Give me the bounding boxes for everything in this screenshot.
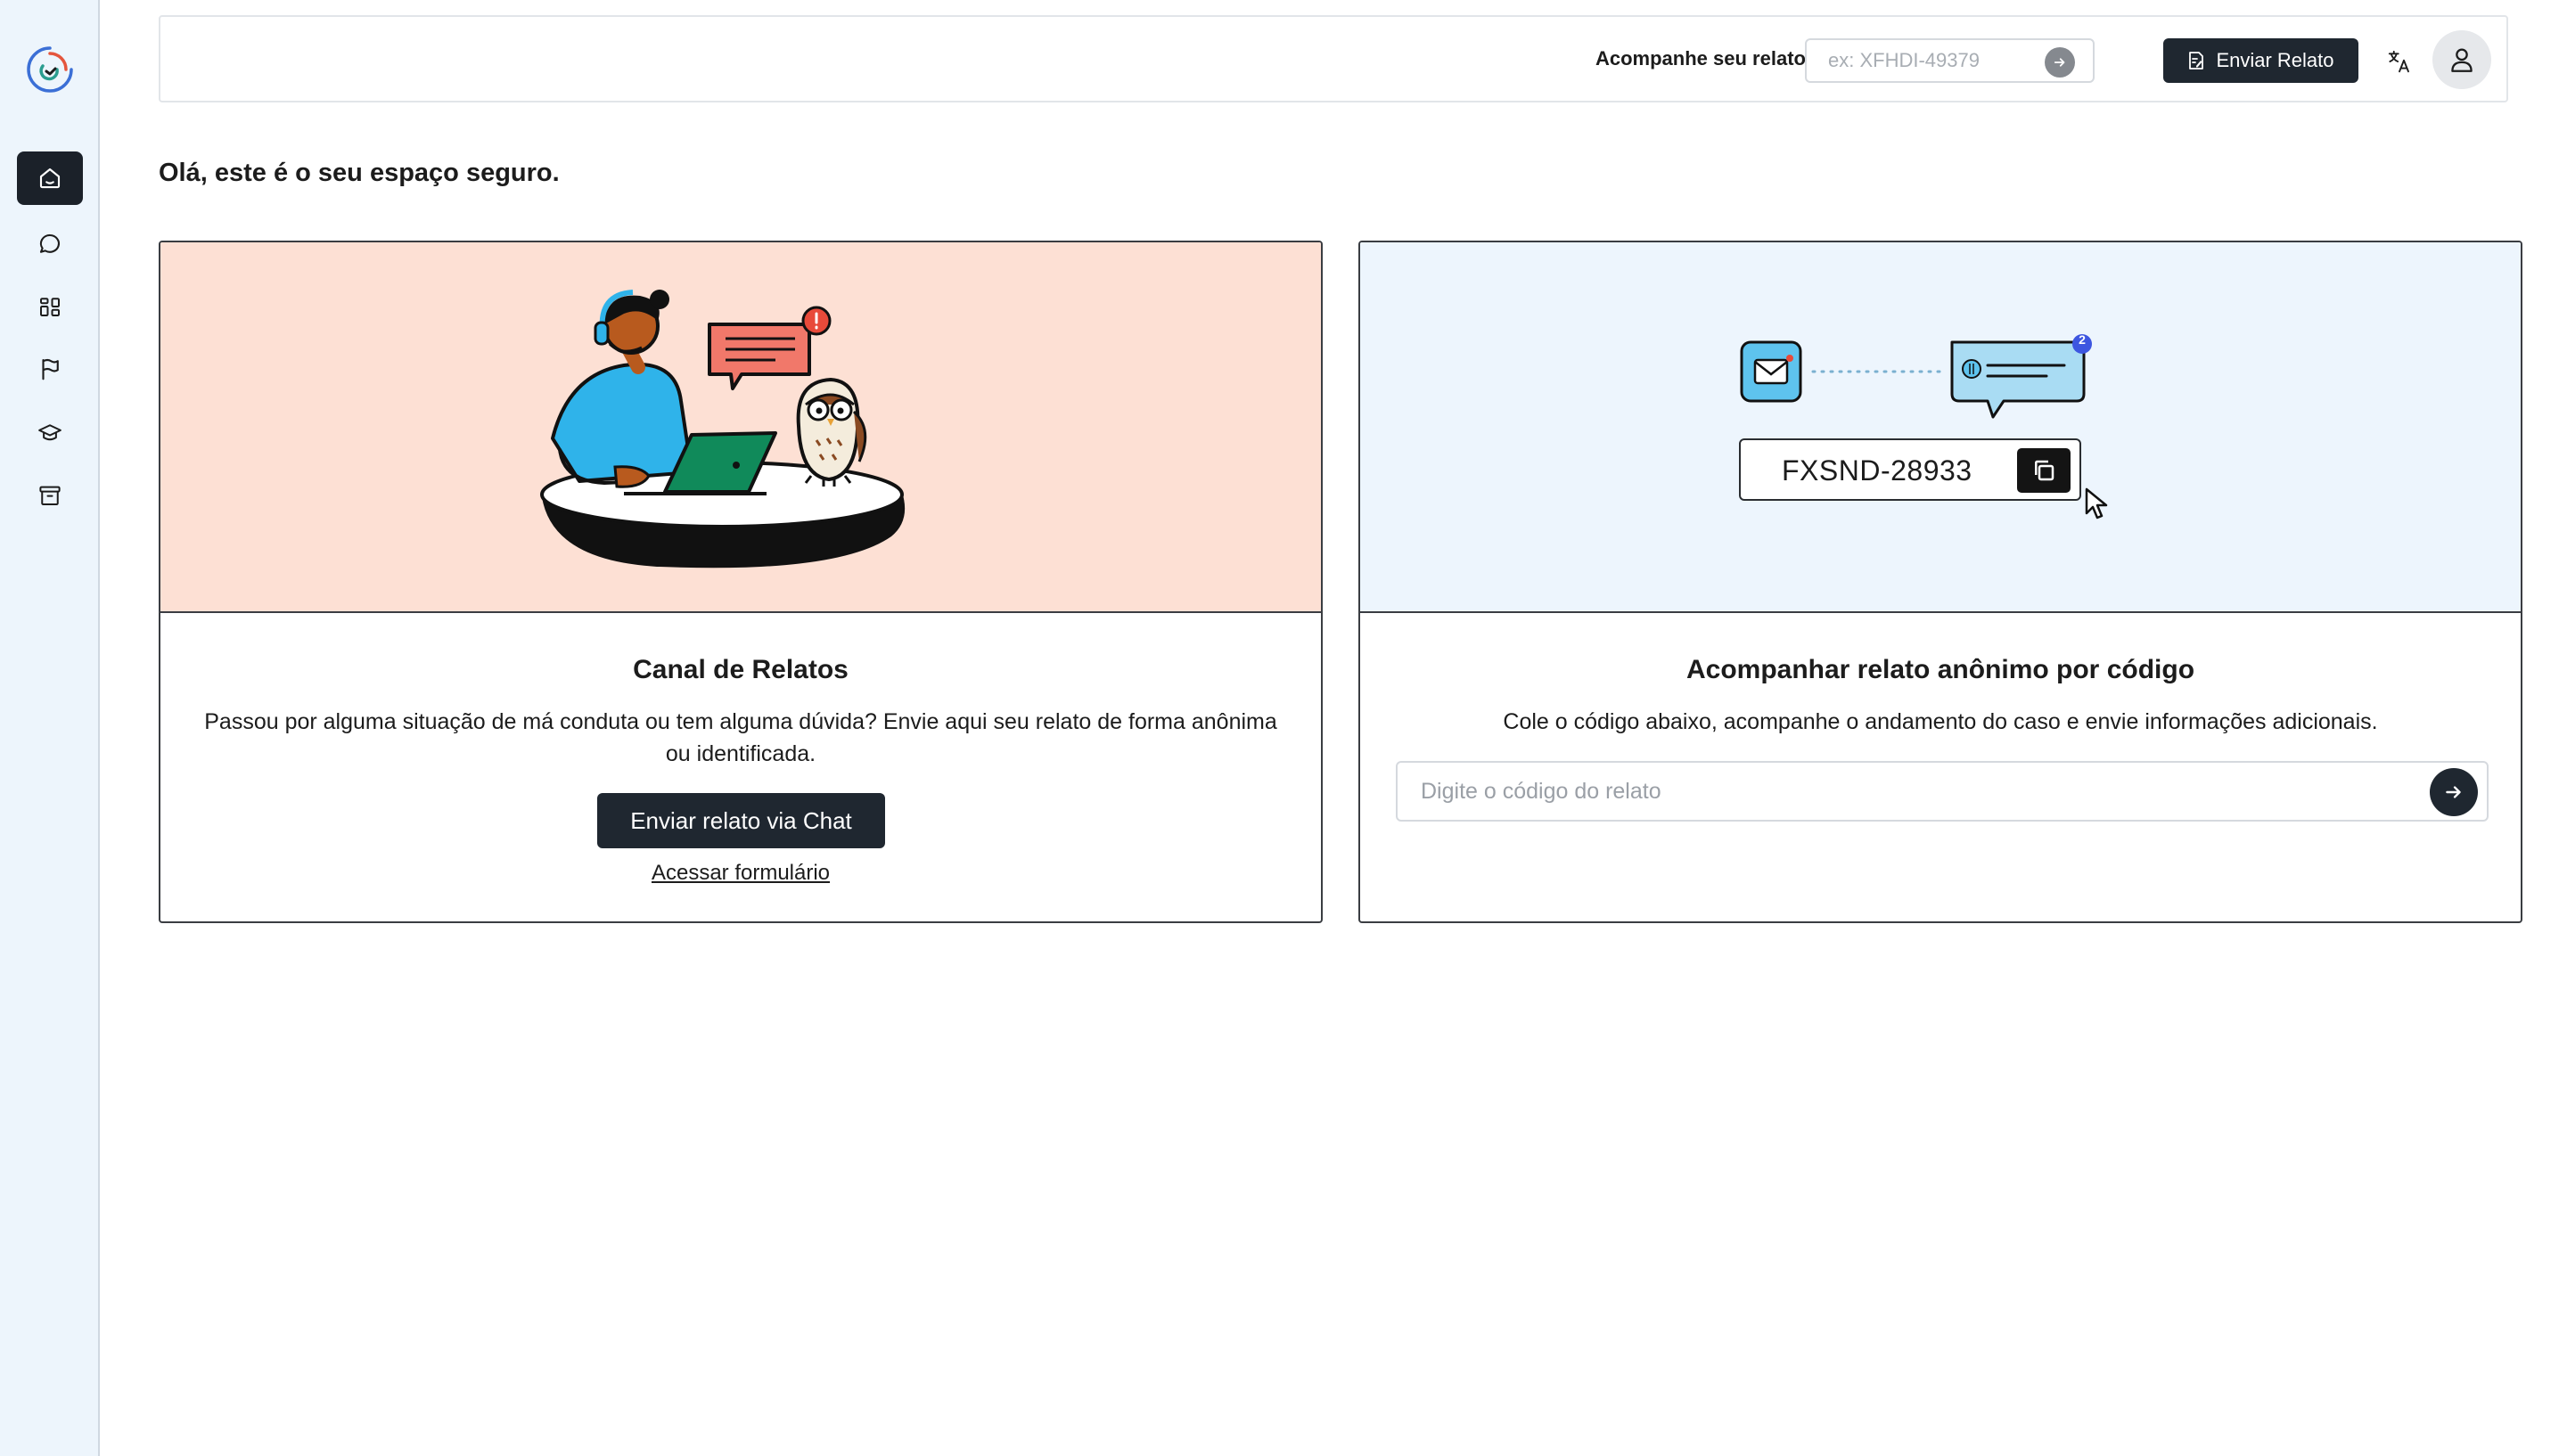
sidebar-item-archive[interactable]: [17, 469, 83, 522]
arrow-right-icon: [2054, 58, 2065, 67]
track-report-input[interactable]: [1807, 40, 2038, 81]
top-bar: Acompanhe seu relato Enviar Relato: [159, 15, 2508, 102]
track-report-label: Acompanhe seu relato: [1595, 47, 1806, 70]
report-channel-description: Passou por alguma situação de má conduta…: [204, 709, 1277, 766]
sidebar: [0, 0, 100, 1456]
track-anonymous-report-description: Cole o código abaixo, acompanhe o andame…: [1503, 709, 2378, 734]
archive-icon: [39, 486, 61, 505]
mouse-cursor-icon: [2085, 487, 2108, 519]
notification-count-badge: 2: [2079, 332, 2086, 347]
report-channel-card: Canal de Relatos Passou por alguma situa…: [159, 241, 1323, 923]
report-channel-title: Canal de Relatos: [633, 655, 849, 684]
report-channel-illustration: [160, 242, 1321, 613]
send-report-label: Enviar Relato: [2216, 49, 2334, 71]
sidebar-item-board[interactable]: [17, 280, 83, 333]
report-code-submit-button[interactable]: [2430, 768, 2478, 816]
sidebar-item-home[interactable]: [17, 151, 83, 205]
report-code-input[interactable]: [1398, 763, 2414, 820]
user-icon: [2451, 48, 2473, 72]
chat-icon: [39, 233, 61, 253]
graduation-cap-icon: [38, 424, 62, 441]
brand-logo[interactable]: [23, 43, 77, 96]
language-button[interactable]: [2380, 42, 2419, 81]
send-report-button[interactable]: Enviar Relato: [2163, 38, 2358, 83]
sidebar-item-flag[interactable]: [17, 342, 83, 396]
translate-icon: [2388, 50, 2409, 73]
support-agent-owl-illustration: [540, 290, 906, 568]
user-avatar-button[interactable]: [2432, 30, 2491, 89]
track-code-illustration: 2 FXSND-28933: [1360, 242, 2521, 613]
document-edit-icon: [2189, 52, 2204, 70]
board-icon: [40, 298, 60, 316]
flag-icon: [42, 358, 59, 380]
report-code-field: [1396, 761, 2489, 822]
track-report-submit-button[interactable]: [2045, 47, 2075, 78]
copy-code-button: [2017, 448, 2071, 493]
send-report-via-chat-button[interactable]: Enviar relato via Chat: [597, 793, 885, 848]
page-greeting: Olá, este é o seu espaço seguro.: [159, 159, 560, 187]
sidebar-item-training[interactable]: [17, 406, 83, 460]
arrow-right-icon: [2446, 786, 2461, 798]
track-anonymous-report-title: Acompanhar relato anônimo por código: [1685, 655, 2195, 684]
home-icon: [39, 168, 61, 189]
sidebar-item-chat[interactable]: [17, 217, 83, 271]
copy-icon: [2035, 460, 2054, 481]
track-report-field: [1805, 38, 2095, 83]
track-anonymous-report-card: 2 FXSND-28933 Acompanhar relato anônimo …: [1358, 241, 2522, 923]
envelope-chat-illustration: [1740, 334, 2092, 419]
access-form-link[interactable]: Acessar formulário: [160, 861, 1321, 886]
sample-code-box: FXSND-28933: [1739, 438, 2081, 501]
sample-code-text: FXSND-28933: [1782, 454, 1972, 487]
